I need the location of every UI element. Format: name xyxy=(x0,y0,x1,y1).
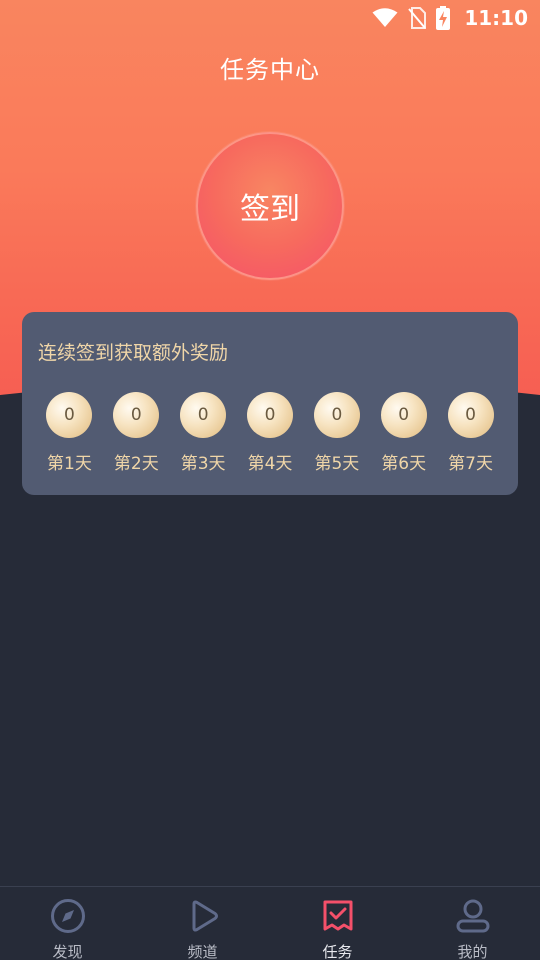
streak-day-7: 0 第7天 xyxy=(437,392,504,474)
streak-reward-card: 连续签到获取额外奖励 0 第1天 0 第2天 0 第3天 0 第4天 0 第5天 xyxy=(22,312,518,495)
compass-icon xyxy=(49,897,87,935)
signin-button[interactable]: 签到 xyxy=(196,132,344,280)
coin-icon: 0 xyxy=(113,392,160,438)
coin-icon: 0 xyxy=(380,392,427,438)
nav-label: 我的 xyxy=(457,943,488,960)
battery-charging-icon xyxy=(436,6,451,30)
coin-icon: 0 xyxy=(313,392,360,438)
streak-card-title: 连续签到获取额外奖励 xyxy=(38,342,229,364)
task-check-icon xyxy=(319,897,357,935)
user-icon xyxy=(454,897,492,935)
nav-item-mine[interactable]: 我的 xyxy=(405,887,540,960)
signin-label: 签到 xyxy=(240,192,300,227)
task-center-screen: 11:10 任务中心 签到 连续签到获取额外奖励 0 第1天 0 第2天 0 第… xyxy=(0,0,540,960)
coin-icon: 0 xyxy=(247,392,293,438)
day-label: 第7天 xyxy=(448,454,493,474)
coin-icon: 0 xyxy=(46,392,93,438)
nav-label: 发现 xyxy=(52,943,83,960)
page-title: 任务中心 xyxy=(220,56,320,84)
status-bar: 11:10 xyxy=(0,0,540,36)
day-label: 第6天 xyxy=(381,454,427,474)
streak-day-5: 0 第5天 xyxy=(303,392,370,474)
day-label: 第3天 xyxy=(180,454,226,474)
wifi-icon xyxy=(372,8,398,28)
play-icon xyxy=(184,897,222,935)
streak-day-3: 0 第3天 xyxy=(170,392,237,474)
day-label: 第4天 xyxy=(247,454,293,474)
coin-icon: 0 xyxy=(180,392,227,438)
nav-label: 任务 xyxy=(322,943,353,960)
no-sim-icon xyxy=(408,7,427,29)
nav-item-discover[interactable]: 发现 xyxy=(0,887,135,960)
day-label: 第1天 xyxy=(47,454,92,474)
nav-item-task[interactable]: 任务 xyxy=(270,887,405,960)
status-time: 11:10 xyxy=(464,6,528,30)
day-label: 第2天 xyxy=(113,454,159,474)
nav-item-channel[interactable]: 频道 xyxy=(135,887,270,960)
streak-day-4: 0 第4天 xyxy=(237,392,304,474)
day-label: 第5天 xyxy=(314,454,360,474)
nav-label: 频道 xyxy=(187,943,218,960)
streak-day-6: 0 第6天 xyxy=(370,392,437,474)
streak-day-1: 0 第1天 xyxy=(36,392,103,474)
coin-icon: 0 xyxy=(447,392,494,438)
streak-day-2: 0 第2天 xyxy=(103,392,170,474)
bottom-nav: 发现 频道 任务 我的 xyxy=(0,886,540,960)
streak-days-list: 0 第1天 0 第2天 0 第3天 0 第4天 0 第5天 0 第6天 0 第7… xyxy=(36,392,504,474)
